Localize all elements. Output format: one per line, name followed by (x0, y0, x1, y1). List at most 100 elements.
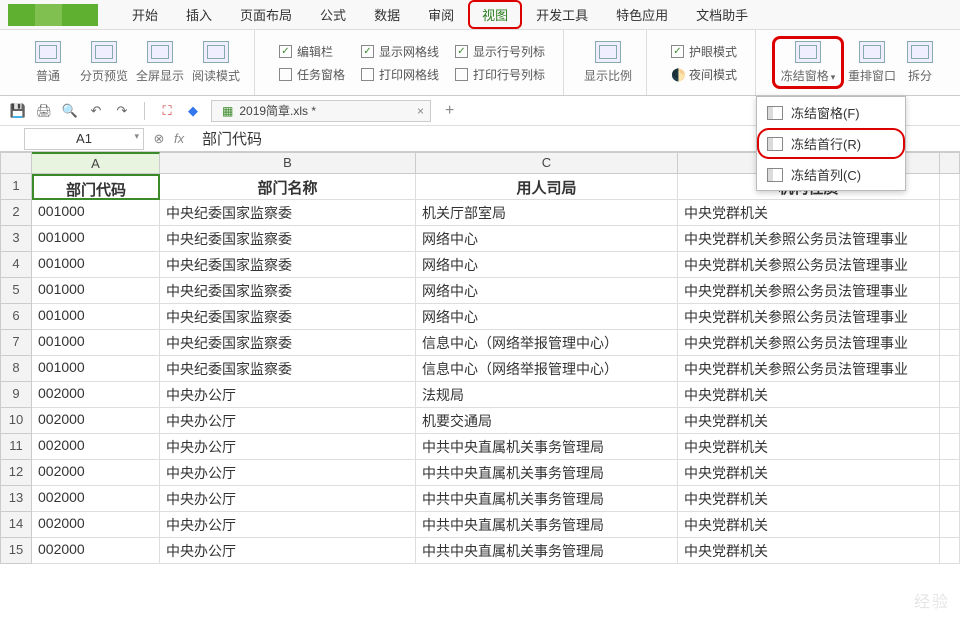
freeze-top-row-item[interactable]: 冻结首行(R) (757, 128, 905, 159)
cell[interactable]: 网络中心 (416, 252, 678, 278)
check-gridlines[interactable]: ✓显示网格线 (361, 43, 439, 60)
cell[interactable] (940, 252, 960, 278)
cell[interactable]: 中央办公厅 (160, 486, 416, 512)
cell[interactable]: 001000 (32, 304, 160, 330)
cell[interactable]: 中央党群机关参照公务员法管理事业 (678, 356, 940, 382)
cell[interactable] (940, 278, 960, 304)
menu-tab[interactable]: 页面布局 (226, 0, 306, 29)
menu-tab[interactable]: 开发工具 (522, 0, 602, 29)
cell[interactable]: 中央办公厅 (160, 460, 416, 486)
row-header[interactable]: 5 (0, 278, 32, 304)
cell[interactable] (940, 304, 960, 330)
cell[interactable]: 中央办公厅 (160, 512, 416, 538)
freeze-first-col-item[interactable]: 冻结首列(C) (757, 159, 905, 190)
row-header[interactable]: 12 (0, 460, 32, 486)
cell[interactable]: 法规局 (416, 382, 678, 408)
view-button[interactable]: 全屏显示 (132, 41, 188, 84)
cell[interactable] (940, 486, 960, 512)
cell[interactable] (940, 200, 960, 226)
col-header-B[interactable]: B (160, 152, 416, 174)
col-header-A[interactable]: A (32, 152, 160, 174)
row-header[interactable]: 1 (0, 174, 32, 200)
cell[interactable] (940, 538, 960, 564)
row-header[interactable]: 10 (0, 408, 32, 434)
row-header[interactable]: 3 (0, 226, 32, 252)
header-cell[interactable]: 部门名称 (160, 174, 416, 200)
preview-icon[interactable]: 🔍 (62, 103, 78, 119)
cell[interactable]: 001000 (32, 200, 160, 226)
cell[interactable]: 中央党群机关 (678, 538, 940, 564)
menu-tab[interactable]: 审阅 (414, 0, 468, 29)
cell[interactable]: 中央纪委国家监察委 (160, 252, 416, 278)
cell[interactable]: 中央办公厅 (160, 382, 416, 408)
check-print-grid[interactable]: 打印网格线 (361, 66, 439, 83)
cell[interactable]: 中央党群机关参照公务员法管理事业 (678, 252, 940, 278)
cell[interactable]: 中央党群机关参照公务员法管理事业 (678, 304, 940, 330)
document-tab[interactable]: ▦ 2019简章.xls * × (211, 100, 431, 122)
cell[interactable]: 网络中心 (416, 304, 678, 330)
cell[interactable]: 中共中央直属机关事务管理局 (416, 434, 678, 460)
split-button[interactable]: 拆分 (900, 41, 940, 84)
cell[interactable]: 002000 (32, 382, 160, 408)
undo-icon[interactable]: ↶ (88, 103, 104, 119)
menu-tab[interactable]: 特色应用 (602, 0, 682, 29)
cell[interactable] (940, 460, 960, 486)
redo-icon[interactable]: ↷ (114, 103, 130, 119)
cell[interactable]: 信息中心（网络举报管理中心） (416, 330, 678, 356)
row-header[interactable]: 11 (0, 434, 32, 460)
cell[interactable]: 中央党群机关参照公务员法管理事业 (678, 226, 940, 252)
cell[interactable]: 中央党群机关 (678, 460, 940, 486)
cell[interactable]: 002000 (32, 538, 160, 564)
cell[interactable]: 002000 (32, 460, 160, 486)
menu-tab[interactable]: 开始 (118, 0, 172, 29)
check-task-pane[interactable]: 任务窗格 (279, 66, 345, 83)
save-icon[interactable]: 💾 (10, 103, 26, 119)
menu-tab[interactable]: 公式 (306, 0, 360, 29)
row-header[interactable]: 2 (0, 200, 32, 226)
view-button[interactable]: 阅读模式 (188, 41, 244, 84)
cell[interactable]: 中共中央直属机关事务管理局 (416, 538, 678, 564)
cell[interactable]: 002000 (32, 486, 160, 512)
cell[interactable]: 中央党群机关参照公务员法管理事业 (678, 278, 940, 304)
row-header[interactable]: 15 (0, 538, 32, 564)
print-icon[interactable]: 🖨 (36, 103, 52, 119)
cell[interactable]: 中央纪委国家监察委 (160, 200, 416, 226)
cell[interactable] (940, 356, 960, 382)
cell[interactable]: 002000 (32, 408, 160, 434)
cell[interactable]: 中央党群机关 (678, 434, 940, 460)
zoom-button[interactable]: 显示比例 (580, 41, 636, 84)
cell[interactable]: 001000 (32, 278, 160, 304)
cell[interactable]: 中央纪委国家监察委 (160, 226, 416, 252)
close-tab-icon[interactable]: × (417, 104, 424, 118)
menu-tab[interactable]: 视图 (468, 0, 522, 29)
cell[interactable] (940, 226, 960, 252)
add-tab-button[interactable]: + (441, 102, 458, 120)
cell[interactable]: 机关厅部室局 (416, 200, 678, 226)
cell[interactable]: 中央党群机关 (678, 382, 940, 408)
cell[interactable]: 机要交通局 (416, 408, 678, 434)
check-print-headers[interactable]: 打印行号列标 (455, 66, 545, 83)
check-eye-mode[interactable]: ✓护眼模式 (671, 43, 737, 60)
header-cell[interactable]: 用人司局 (416, 174, 678, 200)
cell[interactable]: 中央办公厅 (160, 538, 416, 564)
row-header[interactable]: 4 (0, 252, 32, 278)
check-edit-bar[interactable]: ✓编辑栏 (279, 43, 345, 60)
cell[interactable]: 001000 (32, 330, 160, 356)
menu-tab[interactable]: 数据 (360, 0, 414, 29)
cell[interactable]: 中央党群机关 (678, 408, 940, 434)
fx-cancel-icon[interactable]: ⊗ (144, 131, 174, 147)
col-header-E[interactable] (940, 152, 960, 174)
cell[interactable]: 中央纪委国家监察委 (160, 278, 416, 304)
cell[interactable]: 中央党群机关 (678, 512, 940, 538)
cell[interactable]: 001000 (32, 252, 160, 278)
menu-tab[interactable]: 文档助手 (682, 0, 762, 29)
cell[interactable]: 中央办公厅 (160, 434, 416, 460)
header-cell[interactable]: 部门代码 (32, 174, 160, 200)
cell[interactable]: 中央党群机关 (678, 200, 940, 226)
cell[interactable]: 网络中心 (416, 226, 678, 252)
cell[interactable]: 001000 (32, 356, 160, 382)
freeze-panes-button[interactable]: 冻结窗格 (772, 36, 844, 89)
select-all-corner[interactable] (0, 152, 32, 174)
check-night-mode[interactable]: 🌓夜间模式 (671, 66, 737, 83)
row-header[interactable]: 8 (0, 356, 32, 382)
